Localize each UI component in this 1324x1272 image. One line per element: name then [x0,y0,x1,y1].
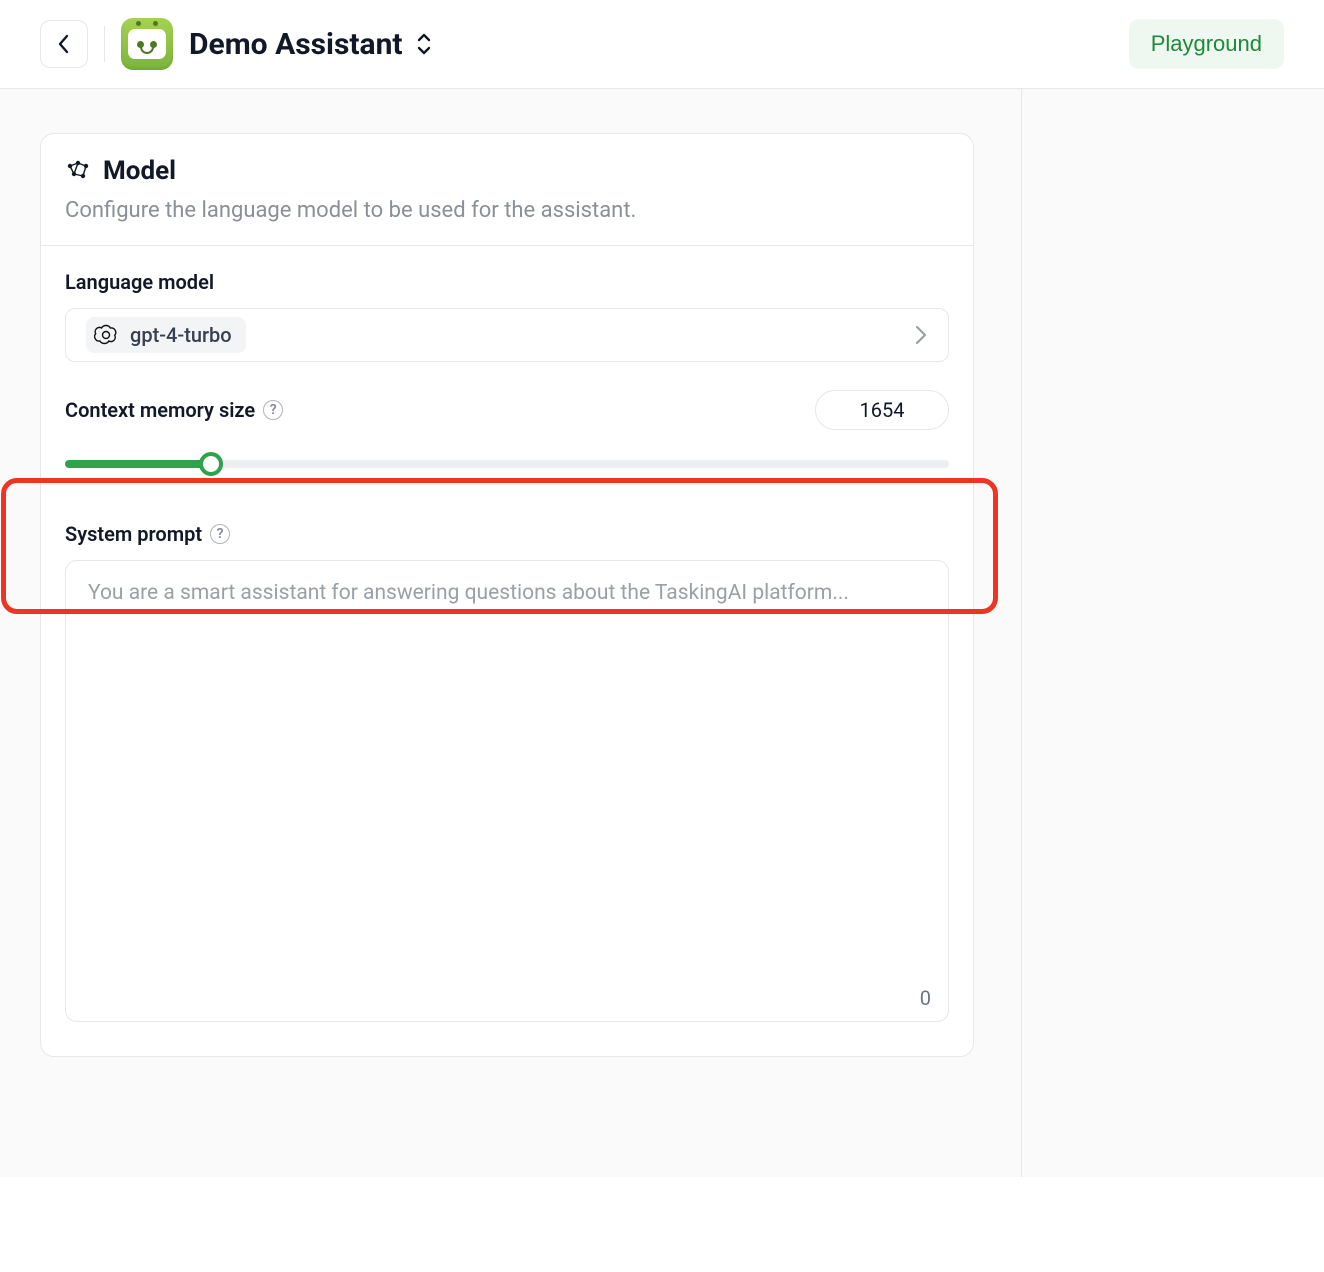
assistant-selector[interactable]: Demo Assistant [189,27,435,62]
char-count: 0 [920,986,931,1010]
playground-button-label: Playground [1151,31,1262,56]
model-card-header: Model Configure the language model to be… [41,134,973,246]
playground-button[interactable]: Playground [1129,19,1284,69]
assistant-avatar-icon [121,18,173,70]
model-card-body: Language model gpt-4-turbo [41,246,973,1056]
right-rail-divider [1021,89,1022,1177]
language-model-label: Language model [65,270,949,294]
context-memory-label: Context memory size ? [65,398,283,422]
header-left: Demo Assistant [40,18,435,70]
model-icon [65,158,91,184]
help-icon[interactable]: ? [210,524,230,544]
chevron-up-down-icon [413,31,435,57]
chevron-left-icon [55,32,73,56]
system-prompt-textarea[interactable] [65,560,949,1022]
back-button[interactable] [40,20,88,68]
openai-icon [94,323,118,347]
page-header: Demo Assistant Playground [0,0,1324,88]
model-chip: gpt-4-turbo [86,317,246,353]
selected-model-name: gpt-4-turbo [130,323,232,347]
language-model-select[interactable]: gpt-4-turbo [65,308,949,362]
system-prompt-label: System prompt ? [65,522,949,546]
help-icon[interactable]: ? [263,400,283,420]
slider-fill [65,460,211,468]
content-area: Model Configure the language model to be… [0,88,1324,1177]
model-card-title: Model [103,156,176,186]
header-divider [104,26,105,62]
context-memory-input[interactable] [815,390,949,430]
context-memory-slider[interactable] [65,452,949,476]
system-prompt-section: System prompt ? 0 [65,522,949,1026]
assistant-title: Demo Assistant [189,27,403,62]
model-card-subtitle: Configure the language model to be used … [65,198,949,223]
slider-handle[interactable] [199,452,223,476]
context-memory-row: Context memory size ? [65,390,949,430]
chevron-right-icon [914,324,928,346]
model-card: Model Configure the language model to be… [40,133,974,1057]
